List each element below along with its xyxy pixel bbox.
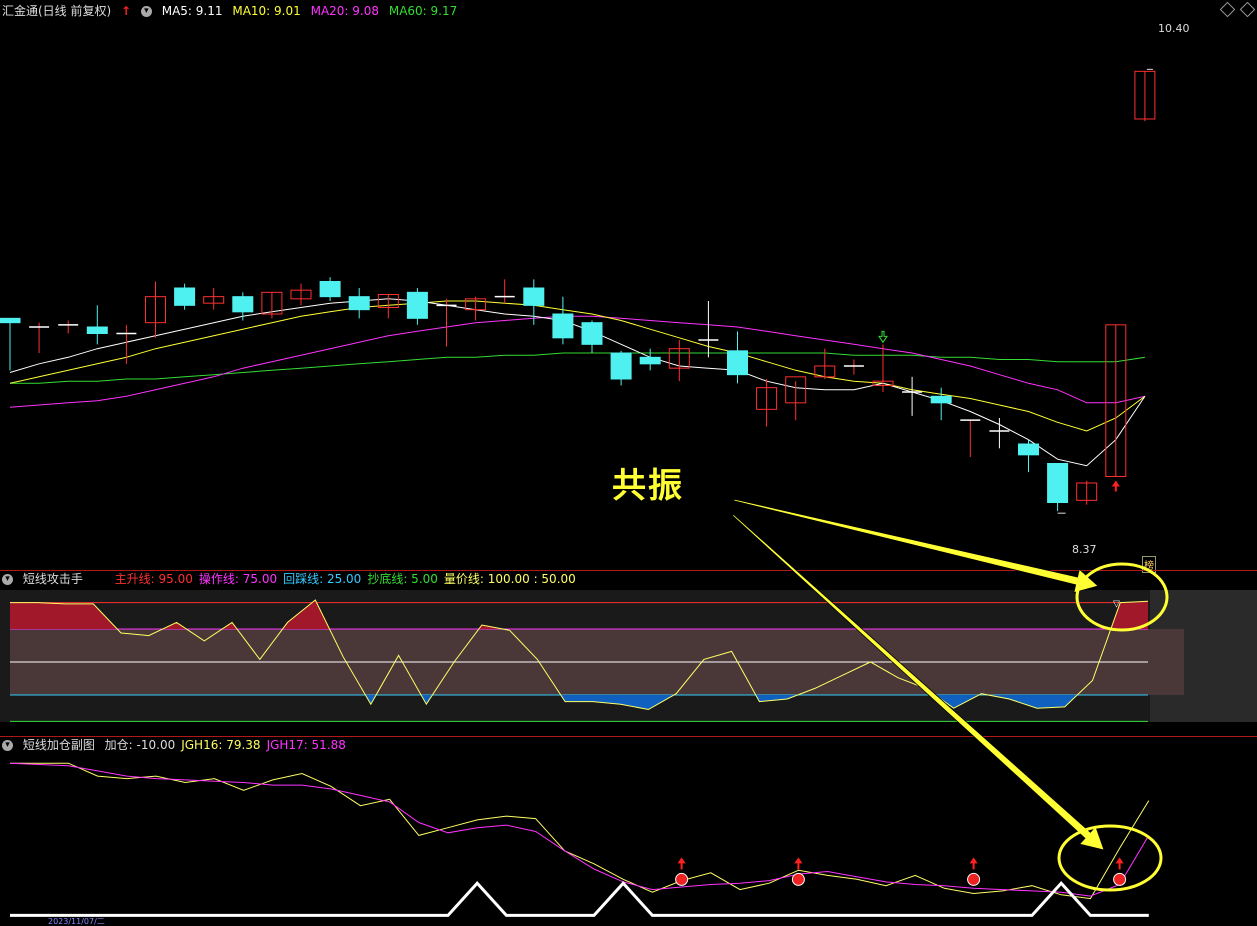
candle-body <box>406 291 428 319</box>
legend-item: 回踩线: 25.00 <box>283 572 362 586</box>
legend-item: 抄底线: 5.00 <box>367 572 438 586</box>
legend-item: 量价线: 100.00 : 50.00 <box>443 572 576 586</box>
panel2-title[interactable]: 短线加仓副图 <box>23 738 95 752</box>
chevron-down-icon[interactable]: ▾ <box>2 740 13 751</box>
panel1-legend: 主升线: 95.00 操作线: 75.00 回踩线: 25.00 抄底线: 5.00 量… <box>115 572 582 586</box>
signal-arrow-icon <box>794 857 803 870</box>
panel1-title[interactable]: 短线攻击手 <box>23 572 83 586</box>
sell-arrow-icon <box>878 330 888 344</box>
candle-body <box>610 352 632 380</box>
buy-arrow-icon <box>1111 480 1120 492</box>
ma5-line <box>9 298 1146 467</box>
signal-ball-icon <box>675 872 689 886</box>
candle-body <box>727 350 748 376</box>
signal-arrow-icon <box>1115 857 1124 870</box>
date-label: 2023/11/07/二 <box>48 917 105 926</box>
candle-body <box>1047 463 1069 503</box>
signal-ball-icon <box>1113 872 1127 886</box>
ma10-line <box>9 300 1146 432</box>
panel2-header: ▾ 短线加仓副图 加仓: -10.00 JGH16: 79.38 JGH17: 51… <box>2 736 358 754</box>
candle-body <box>639 356 661 365</box>
resonance-callout: 共振 <box>612 466 684 506</box>
candle-body <box>0 317 21 324</box>
candle-body <box>86 326 108 334</box>
panel1-header: ▾ 短线攻击手 主升线: 95.00 操作线: 75.00 回踩线: 25.00 抄底… <box>2 570 588 588</box>
candle-body <box>1018 443 1039 456</box>
candle-body <box>348 296 370 311</box>
signal-ball-icon <box>791 872 805 886</box>
panel1-chart: ▽ <box>0 590 1257 722</box>
legend-item: JGH16: 79.38 <box>181 738 261 752</box>
panel2-legend: 加仓: -10.00 JGH16: 79.38 JGH17: 51.88 <box>105 738 352 752</box>
pin-icon: ▽ <box>1113 600 1120 610</box>
chevron-down-icon[interactable]: ▾ <box>2 574 13 585</box>
candle-body <box>930 395 952 404</box>
candle-body <box>552 313 574 339</box>
panel2-chart <box>9 762 1150 917</box>
high-price-label: 10.40 <box>1158 22 1190 35</box>
legend-item: JGH17: 51.88 <box>266 738 346 752</box>
signal-ball-icon <box>967 872 981 886</box>
candle-body <box>523 287 545 306</box>
legend-item: 主升线: 95.00 <box>114 572 193 586</box>
signal-arrow-icon <box>677 857 686 870</box>
legend-item: 加仓: -10.00 <box>104 738 176 752</box>
ma60-line <box>10 352 1145 384</box>
low-price-label: 8.37 <box>1072 543 1097 556</box>
candle-body <box>581 322 603 345</box>
candle-body <box>319 281 341 298</box>
candle-body <box>174 287 196 306</box>
candle-body <box>232 296 254 313</box>
legend-item: 操作线: 75.00 <box>198 572 278 586</box>
signal-arrow-icon <box>969 857 978 870</box>
date-bar: 2023/11/07/二 <box>0 918 105 926</box>
